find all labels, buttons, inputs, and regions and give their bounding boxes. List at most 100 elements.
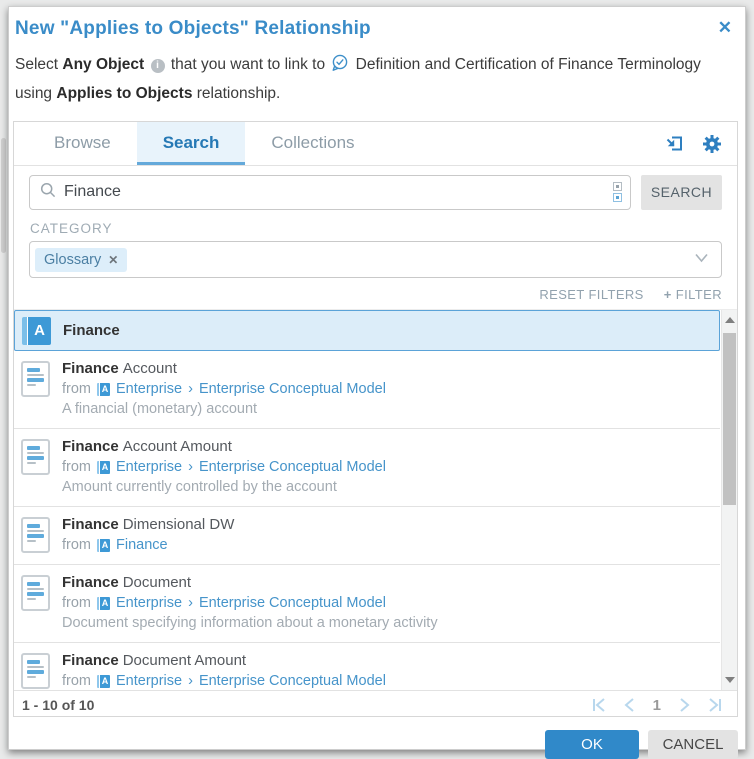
import-selection-icon[interactable] [664, 133, 685, 154]
info-icon[interactable]: i [151, 59, 165, 73]
category-chip: Glossary ✕ [35, 248, 127, 272]
add-filter-link[interactable]: + FILTER [664, 287, 722, 302]
last-page-icon[interactable] [707, 697, 723, 713]
search-button[interactable]: SEARCH [641, 175, 722, 210]
domain-icon: A [97, 539, 110, 552]
scrollbar-thumb[interactable] [723, 333, 736, 505]
from-label: from [62, 593, 91, 613]
term-document-icon [21, 575, 50, 611]
tab-bar: Browse Search Collections [14, 122, 737, 166]
chip-label: Glossary [44, 252, 101, 268]
pager-controls: 1 [591, 697, 723, 714]
asset-status-icon [331, 54, 349, 81]
domain-icon: A [97, 597, 110, 610]
tabbar-icons [664, 122, 737, 165]
result-title: FinanceDimensional DW [62, 515, 234, 535]
relation-type-label: Applies to Objects [56, 85, 192, 102]
result-description: Document specifying information about a … [62, 613, 438, 633]
filter-links: RESET FILTERS + FILTER [14, 278, 737, 309]
tab-search[interactable]: Search [137, 122, 246, 165]
term-document-icon [21, 439, 50, 475]
chip-remove-icon[interactable]: ✕ [108, 253, 118, 267]
dialog-footer: OK CANCEL [9, 717, 745, 759]
prev-page-icon[interactable] [622, 697, 638, 713]
result-breadcrumb: from A Enterprise › Enterprise Conceptua… [62, 671, 386, 690]
breadcrumb-link[interactable]: Finance [116, 535, 168, 555]
result-row[interactable]: FinanceDocument from A Enterprise › Ente… [14, 565, 720, 643]
ok-button[interactable]: OK [545, 730, 639, 759]
result-breadcrumb: from A Enterprise › Enterprise Conceptua… [62, 593, 438, 613]
intro-text: using [15, 85, 56, 102]
glossary-icon: A [22, 317, 51, 345]
search-box [29, 175, 631, 210]
tab-browse[interactable]: Browse [28, 122, 137, 165]
dialog-instructions: Select Any Object i that you want to lin… [9, 44, 745, 117]
tab-collections[interactable]: Collections [245, 122, 380, 165]
result-breadcrumb: from A Enterprise › Enterprise Conceptua… [62, 379, 386, 399]
gear-icon[interactable] [702, 134, 722, 154]
add-filter-label: FILTER [676, 287, 722, 302]
search-input[interactable] [56, 183, 613, 201]
search-results-list: A Finance FinanceAccount from A Enterpri… [14, 309, 737, 690]
close-icon[interactable]: ✕ [718, 18, 732, 38]
plus-icon: + [664, 287, 672, 302]
category-select[interactable]: Glossary ✕ [29, 241, 722, 278]
term-document-icon [21, 361, 50, 397]
term-document-icon [21, 517, 50, 553]
pagination-bar: 1 - 10 of 10 1 [14, 690, 737, 719]
scroll-up-icon[interactable] [725, 317, 735, 323]
breadcrumb-link[interactable]: Enterprise [116, 379, 182, 399]
result-breadcrumb: from A Finance [62, 535, 234, 555]
current-page-number: 1 [653, 697, 661, 714]
result-title: FinanceAccount [62, 359, 386, 379]
any-object-label: Any Object [62, 56, 144, 73]
result-row-selected[interactable]: A Finance [14, 310, 720, 351]
result-range-label: 1 - 10 of 10 [22, 697, 94, 713]
result-title: FinanceDocument Amount [62, 651, 386, 671]
target-asset-name: Definition and Certification of Finance … [351, 56, 701, 73]
reset-filters-link[interactable]: RESET FILTERS [539, 287, 643, 302]
intro-text: that you want to link to [167, 56, 330, 73]
cancel-button[interactable]: CANCEL [648, 730, 738, 759]
breadcrumb-link[interactable]: Enterprise [116, 457, 182, 477]
breadcrumb-link[interactable]: Enterprise Conceptual Model [199, 671, 386, 690]
keyboard-nav-icon[interactable] [613, 182, 622, 202]
breadcrumb-link[interactable]: Enterprise [116, 671, 182, 690]
result-title: FinanceDocument [62, 573, 438, 593]
list-scrollbar[interactable] [721, 310, 737, 690]
picker-panel: Browse Search Collections SEARCH CATEGOR… [13, 121, 738, 717]
breadcrumb-separator: › [188, 593, 193, 613]
background-scrollbar [1, 138, 6, 253]
first-page-icon[interactable] [591, 697, 607, 713]
result-row[interactable]: FinanceAccount from A Enterprise › Enter… [14, 351, 720, 429]
result-description: Amount currently controlled by the accou… [62, 477, 386, 497]
from-label: from [62, 535, 91, 555]
breadcrumb-link[interactable]: Enterprise [116, 593, 182, 613]
from-label: from [62, 457, 91, 477]
breadcrumb-separator: › [188, 457, 193, 477]
intro-text: Select [15, 56, 62, 73]
domain-icon: A [97, 675, 110, 688]
breadcrumb-separator: › [188, 671, 193, 690]
search-row: SEARCH [14, 166, 737, 218]
from-label: from [62, 671, 91, 690]
chevron-down-icon[interactable] [694, 251, 709, 269]
result-row[interactable]: FinanceAccount Amount from A Enterprise … [14, 429, 720, 507]
breadcrumb-link[interactable]: Enterprise Conceptual Model [199, 593, 386, 613]
intro-text: relationship. [192, 85, 280, 102]
term-document-icon [21, 653, 50, 689]
result-row[interactable]: FinanceDocument Amount from A Enterprise… [14, 643, 720, 687]
search-icon [40, 182, 56, 203]
result-row[interactable]: FinanceDimensional DW from A Finance [14, 507, 720, 565]
next-page-icon[interactable] [676, 697, 692, 713]
result-title: FinanceAccount Amount [62, 437, 386, 457]
breadcrumb-link[interactable]: Enterprise Conceptual Model [199, 379, 386, 399]
new-relationship-dialog: New "Applies to Objects" Relationship ✕ … [8, 6, 746, 750]
from-label: from [62, 379, 91, 399]
dialog-header: New "Applies to Objects" Relationship ✕ [9, 7, 745, 44]
result-description: A financial (monetary) account [62, 399, 386, 419]
result-title: Finance [63, 321, 120, 341]
scroll-down-icon[interactable] [725, 677, 735, 683]
breadcrumb-link[interactable]: Enterprise Conceptual Model [199, 457, 386, 477]
category-label: CATEGORY [14, 218, 737, 241]
